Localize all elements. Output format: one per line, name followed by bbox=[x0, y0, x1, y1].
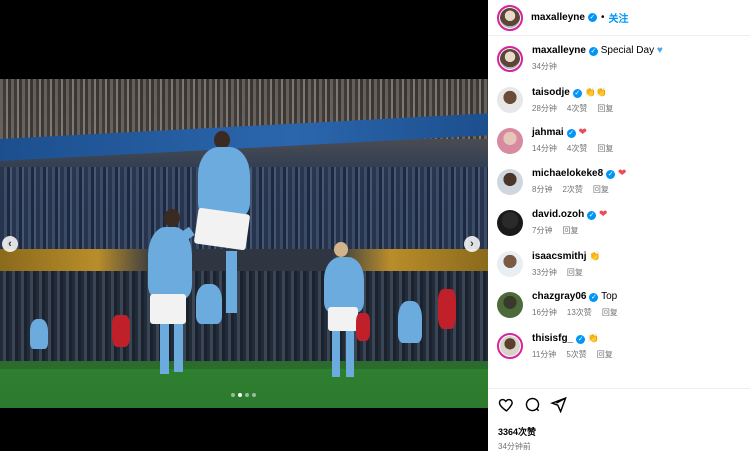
like-count[interactable]: 3364次赞 bbox=[498, 425, 740, 438]
reply-button[interactable]: 回复 bbox=[562, 225, 578, 236]
comment-time: 16分钟 bbox=[532, 308, 557, 317]
post-header: maxalleyne ✓ • 关注 bbox=[488, 0, 750, 36]
comment-time: 33分钟 bbox=[532, 268, 557, 277]
comment-row: michaelokeke8 ✓ ❤ 8分钟 2次赞 回复 bbox=[497, 167, 741, 208]
post-actions: 3364次赞 34分钟前 bbox=[488, 388, 750, 451]
carousel-dots bbox=[231, 393, 256, 397]
comment-time: 14分钟 bbox=[532, 144, 557, 153]
post-media: ‹ › bbox=[0, 0, 488, 451]
comments-list: maxalleyne ✓ Special Day ♥ 34分钟 taisodje ✓… bbox=[488, 36, 750, 372]
carousel-dot bbox=[231, 393, 235, 397]
comment-icon[interactable] bbox=[524, 396, 541, 413]
reply-button[interactable]: 回复 bbox=[602, 307, 618, 318]
comment-emoji: ❤ bbox=[599, 209, 608, 220]
author-avatar[interactable] bbox=[497, 4, 523, 31]
reply-button[interactable]: 回复 bbox=[597, 143, 613, 154]
commenter-avatar[interactable] bbox=[497, 292, 523, 318]
author-avatar[interactable] bbox=[497, 46, 523, 72]
caption-text: Special Day bbox=[600, 45, 655, 56]
comment-username[interactable]: taisodje bbox=[532, 87, 570, 98]
verified-icon: ✓ bbox=[566, 129, 576, 138]
comment-likes[interactable]: 4次赞 bbox=[567, 143, 587, 154]
reply-button[interactable]: 回复 bbox=[593, 184, 609, 195]
comment-row: chazgray06 ✓ Top 16分钟 13次赞 回复 bbox=[497, 290, 741, 331]
comment-likes[interactable]: 2次赞 bbox=[562, 184, 582, 195]
comment-row: isaacsmithj 👏 33分钟 回复 bbox=[497, 249, 741, 290]
comment-username[interactable]: thisisfg_ bbox=[532, 333, 573, 344]
verified-icon: ✓ bbox=[587, 13, 597, 22]
comment-emoji: ❤ bbox=[617, 168, 627, 179]
separator-dot: • bbox=[600, 12, 605, 23]
heart-icon[interactable] bbox=[498, 396, 515, 413]
comment-username[interactable]: david.ozoh bbox=[532, 209, 584, 220]
post-time: 34分钟前 bbox=[498, 442, 531, 451]
verified-icon: ✓ bbox=[587, 211, 597, 220]
reply-button[interactable]: 回复 bbox=[597, 103, 613, 114]
caption-row: maxalleyne ✓ Special Day ♥ 34分钟 bbox=[497, 44, 741, 85]
comment-row: jahmai ✓ ❤ 14分钟 4次赞 回复 bbox=[497, 126, 741, 167]
carousel-dot-active bbox=[238, 393, 242, 397]
comment-text: Top bbox=[601, 291, 618, 302]
comment-time: 7分钟 bbox=[532, 226, 553, 235]
comment-likes[interactable]: 5次赞 bbox=[566, 349, 586, 360]
commenter-avatar[interactable] bbox=[497, 87, 523, 113]
verified-icon: ✓ bbox=[606, 170, 616, 179]
commenter-avatar[interactable] bbox=[497, 251, 523, 277]
commenter-avatar[interactable] bbox=[497, 169, 523, 195]
author-username[interactable]: maxalleyne bbox=[531, 12, 585, 23]
verified-icon: ✓ bbox=[589, 293, 599, 302]
comment-likes[interactable]: 4次赞 bbox=[567, 103, 587, 114]
comment-emoji: 👏 bbox=[589, 251, 601, 261]
comment-emoji: 👏👏 bbox=[584, 87, 607, 97]
comment-username[interactable]: chazgray06 bbox=[532, 291, 586, 302]
carousel-dot bbox=[252, 393, 256, 397]
comment-username[interactable]: michaelokeke8 bbox=[532, 168, 603, 179]
comment-row: david.ozoh ✓ ❤ 7分钟 回复 bbox=[497, 208, 741, 249]
caption-username[interactable]: maxalleyne bbox=[532, 45, 586, 56]
carousel-prev-button[interactable]: ‹ bbox=[2, 236, 18, 252]
share-icon[interactable] bbox=[550, 396, 567, 413]
comment-row: thisisfg_ ✓ 👏 11分钟 5次赞 回复 bbox=[497, 331, 741, 372]
follow-button[interactable]: 关注 bbox=[608, 10, 628, 25]
comment-emoji: 👏 bbox=[587, 333, 600, 343]
verified-icon: ✓ bbox=[572, 89, 582, 98]
reply-button[interactable]: 回复 bbox=[567, 267, 583, 278]
caption-time: 34分钟 bbox=[532, 62, 557, 71]
comment-username[interactable]: isaacsmithj bbox=[532, 251, 586, 262]
commenter-avatar[interactable] bbox=[497, 333, 523, 359]
commenter-avatar[interactable] bbox=[497, 210, 523, 236]
blue-heart-emoji: ♥ bbox=[656, 45, 663, 56]
commenter-avatar[interactable] bbox=[497, 128, 523, 154]
comment-username[interactable]: jahmai bbox=[532, 127, 564, 138]
comment-time: 11分钟 bbox=[532, 350, 557, 359]
verified-icon: ✓ bbox=[588, 47, 598, 56]
comment-row: taisodje ✓ 👏👏 28分钟 4次赞 回复 bbox=[497, 85, 741, 126]
post-photo: ‹ › bbox=[0, 79, 488, 408]
comment-emoji: ❤ bbox=[578, 127, 587, 138]
comment-likes[interactable]: 13次赞 bbox=[567, 307, 592, 318]
carousel-next-button[interactable]: › bbox=[464, 236, 480, 252]
carousel-dot bbox=[245, 393, 249, 397]
reply-button[interactable]: 回复 bbox=[597, 349, 613, 360]
post-sidebar: maxalleyne ✓ • 关注 maxalleyne ✓ Special Da… bbox=[488, 0, 750, 451]
verified-icon: ✓ bbox=[576, 335, 586, 344]
comment-time: 8分钟 bbox=[532, 185, 553, 194]
comment-time: 28分钟 bbox=[532, 104, 557, 113]
